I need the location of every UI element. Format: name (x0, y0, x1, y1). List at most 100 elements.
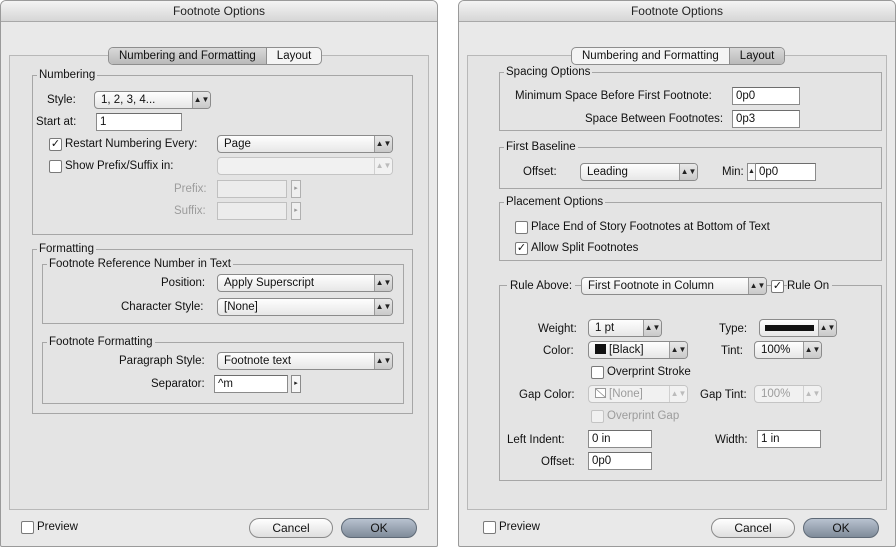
prefix-input[interactable] (217, 180, 287, 198)
none-swatch-icon (595, 388, 606, 398)
rule-group (499, 285, 882, 481)
footnote-options-dialog-layout: Footnote Options Numbering and Formattin… (458, 0, 896, 547)
character-style-select[interactable]: [None] ▲▼ (217, 298, 393, 316)
suffix-label: Suffix: (174, 205, 206, 217)
chevron-updown-icon: ▲▼ (803, 386, 821, 402)
type-select[interactable]: ▲▼ (759, 319, 837, 337)
preview-label: Preview (499, 521, 540, 533)
chevron-updown-icon: ▲▼ (374, 275, 392, 291)
prefix-suffix-location-select[interactable]: ▲▼ (217, 157, 393, 175)
cancel-button[interactable]: Cancel (711, 518, 795, 538)
window-title: Footnote Options (1, 1, 437, 22)
numbering-style-select[interactable]: 1, 2, 3, 4... ▲▼ (94, 91, 211, 109)
prefix-menu-arrow[interactable]: ▸ (291, 180, 301, 198)
spacing-options-legend: Spacing Options (504, 65, 593, 79)
footnote-formatting-legend: Footnote Formatting (47, 335, 155, 349)
overprint-gap-checkbox[interactable] (591, 410, 604, 423)
end-of-story-label: Place End of Story Footnotes at Bottom o… (531, 221, 770, 233)
tab-layout[interactable]: Layout (728, 48, 785, 64)
color-label: Color: (543, 345, 574, 357)
rule-offset-input[interactable]: 0p0 (588, 452, 652, 470)
rule-on-label: Rule On (787, 278, 833, 294)
overprint-stroke-checkbox[interactable] (591, 366, 604, 379)
restart-numbering-checkbox[interactable]: ✓ (49, 138, 62, 151)
style-label: Style: (47, 94, 76, 106)
rule-on-checkbox[interactable]: ✓ (771, 280, 784, 293)
show-prefix-suffix-label: Show Prefix/Suffix in: (65, 160, 174, 172)
preview-checkbox[interactable] (483, 521, 496, 534)
weight-label: Weight: (538, 323, 577, 335)
tab-numbering-and-formatting[interactable]: Numbering and Formatting (109, 48, 267, 64)
solid-line-icon (765, 325, 814, 331)
placement-options-legend: Placement Options (504, 195, 606, 209)
position-select[interactable]: Apply Superscript ▲▼ (217, 274, 393, 292)
left-indent-label: Left Indent: (507, 434, 565, 446)
gap-tint-select[interactable]: 100% ▲▼ (754, 385, 822, 403)
cancel-button[interactable]: Cancel (249, 518, 333, 538)
width-input[interactable]: 1 in (757, 430, 821, 448)
tab-numbering-and-formatting[interactable]: Numbering and Formatting (572, 48, 729, 64)
separator-input[interactable]: ^m (214, 375, 288, 393)
overprint-gap-label: Overprint Gap (607, 410, 680, 422)
baseline-offset-select[interactable]: Leading ▲▼ (580, 163, 698, 181)
min-space-label: Minimum Space Before First Footnote: (515, 90, 712, 102)
baseline-min-stepper[interactable]: ▲▼ (747, 163, 762, 181)
chevron-updown-icon: ▲▼ (803, 342, 821, 358)
tab-bar: Numbering and Formatting Layout (571, 47, 786, 65)
allow-split-label: Allow Split Footnotes (531, 242, 639, 254)
show-prefix-suffix-checkbox[interactable] (49, 160, 62, 173)
chevron-updown-icon: ▲▼ (748, 278, 766, 294)
chevron-updown-icon: ▲▼ (818, 320, 836, 336)
start-at-label: Start at: (36, 116, 77, 128)
restart-every-select[interactable]: Page ▲▼ (217, 135, 393, 153)
space-between-label: Space Between Footnotes: (585, 113, 724, 125)
color-select[interactable]: [Black] ▲▼ (588, 341, 688, 359)
chevron-updown-icon: ▲▼ (374, 299, 392, 315)
chevron-updown-icon: ▲▼ (374, 158, 392, 174)
separator-label: Separator: (151, 378, 205, 390)
start-at-input[interactable]: 1 (96, 113, 182, 131)
end-of-story-checkbox[interactable] (515, 221, 528, 234)
rule-above-label: Rule Above: (507, 278, 576, 294)
chevron-updown-icon: ▲▼ (669, 342, 687, 358)
tab-bar: Numbering and Formatting Layout (108, 47, 323, 65)
allow-split-checkbox[interactable]: ✓ (515, 242, 528, 255)
preview-label: Preview (37, 521, 78, 533)
ok-button[interactable]: OK (341, 518, 417, 538)
position-label: Position: (161, 277, 206, 289)
tint-label: Tint: (721, 345, 743, 357)
formatting-legend: Formatting (37, 242, 96, 256)
tab-layout[interactable]: Layout (267, 48, 322, 64)
chevron-updown-icon: ▲▼ (643, 320, 661, 336)
chevron-updown-icon: ▲▼ (669, 386, 687, 402)
chevron-updown-icon: ▲▼ (679, 164, 697, 180)
footnote-reference-legend: Footnote Reference Number in Text (47, 257, 233, 271)
baseline-offset-label: Offset: (523, 166, 557, 178)
min-space-input[interactable]: 0p0 (732, 87, 800, 105)
left-indent-input[interactable]: 0 in (588, 430, 652, 448)
overprint-stroke-label: Overprint Stroke (607, 366, 691, 378)
suffix-input[interactable] (217, 202, 287, 220)
suffix-menu-arrow[interactable]: ▸ (291, 202, 301, 220)
numbering-legend: Numbering (37, 68, 98, 82)
weight-select[interactable]: 1 pt ▲▼ (588, 319, 662, 337)
baseline-min-label: Min: (722, 166, 744, 178)
gap-color-select[interactable]: [None] ▲▼ (588, 385, 688, 403)
ok-button[interactable]: OK (803, 518, 879, 538)
baseline-min-input[interactable]: 0p0 (756, 163, 816, 181)
tint-select[interactable]: 100% ▲▼ (754, 341, 822, 359)
chevron-updown-icon: ▲▼ (374, 136, 392, 152)
separator-menu-arrow[interactable]: ▸ (291, 375, 301, 393)
black-swatch-icon (595, 344, 606, 354)
restart-numbering-label: Restart Numbering Every: (65, 138, 198, 150)
paragraph-style-select[interactable]: Footnote text ▲▼ (217, 352, 393, 370)
rule-above-select[interactable]: First Footnote in Column ▲▼ (581, 277, 767, 295)
preview-checkbox[interactable] (21, 521, 34, 534)
paragraph-style-label: Paragraph Style: (119, 355, 205, 367)
space-between-input[interactable]: 0p3 (732, 110, 800, 128)
chevron-updown-icon: ▲▼ (192, 92, 210, 108)
gap-color-label: Gap Color: (519, 389, 575, 401)
type-label: Type: (719, 323, 748, 335)
width-label: Width: (715, 434, 748, 446)
first-baseline-legend: First Baseline (504, 140, 578, 154)
